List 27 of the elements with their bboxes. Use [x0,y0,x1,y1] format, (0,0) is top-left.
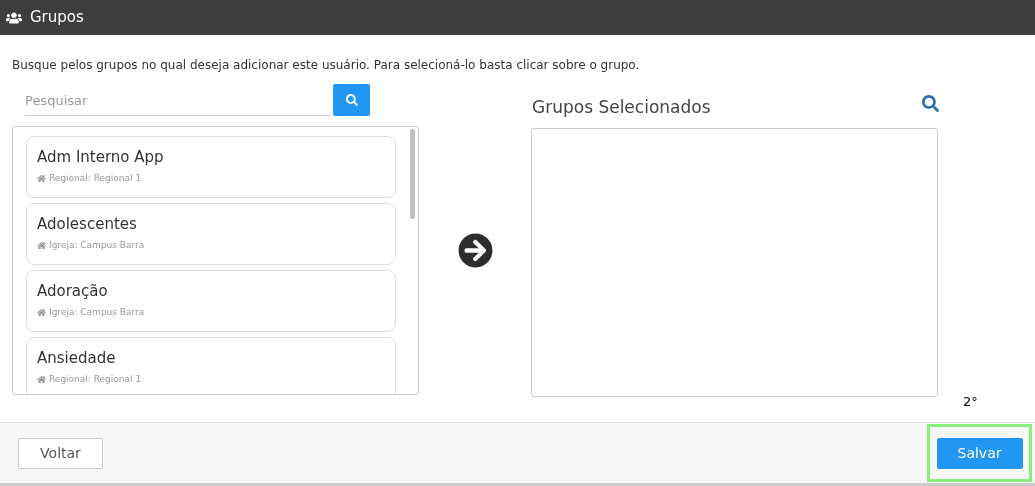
header-title: Grupos [30,7,84,29]
group-detail: Regional: Regional 1 [49,173,142,184]
search-icon[interactable] [922,95,939,112]
group-card[interactable]: Adolescentes Igreja: Campus Barra [26,203,396,265]
group-detail: Regional: Regional 1 [49,374,142,385]
instructions-text: Busque pelos grupos no qual deseja adicionar este usuário. Para selecioná-lo basta clicar sobre o grupo. [12,57,640,74]
home-icon [37,241,46,250]
group-name: Adm Interno App [37,147,165,167]
search-field[interactable]: Pesquisar [25,86,330,116]
arrow-right-icon[interactable] [458,233,493,268]
home-icon [37,174,46,183]
group-name: Adoração [37,281,109,301]
group-name: Adolescentes [37,214,138,234]
annotation-label: 2° [963,393,978,411]
home-icon [37,308,46,317]
users-icon [6,10,22,25]
group-detail: Igreja: Campus Barra [49,307,145,318]
group-name: Ansiedade [37,348,117,368]
back-button[interactable]: Voltar [18,437,103,469]
home-icon [37,375,46,384]
selected-title: Grupos Selecionados [532,96,711,119]
search-icon [345,94,358,106]
group-card[interactable]: Adm Interno App Regional: Regional 1 [26,136,396,198]
group-detail: Igreja: Campus Barra [49,240,145,251]
group-card[interactable]: Ansiedade Regional: Regional 1 [26,337,396,394]
search-button[interactable] [333,84,370,116]
group-card[interactable]: Adoração Igreja: Campus Barra [26,270,396,332]
